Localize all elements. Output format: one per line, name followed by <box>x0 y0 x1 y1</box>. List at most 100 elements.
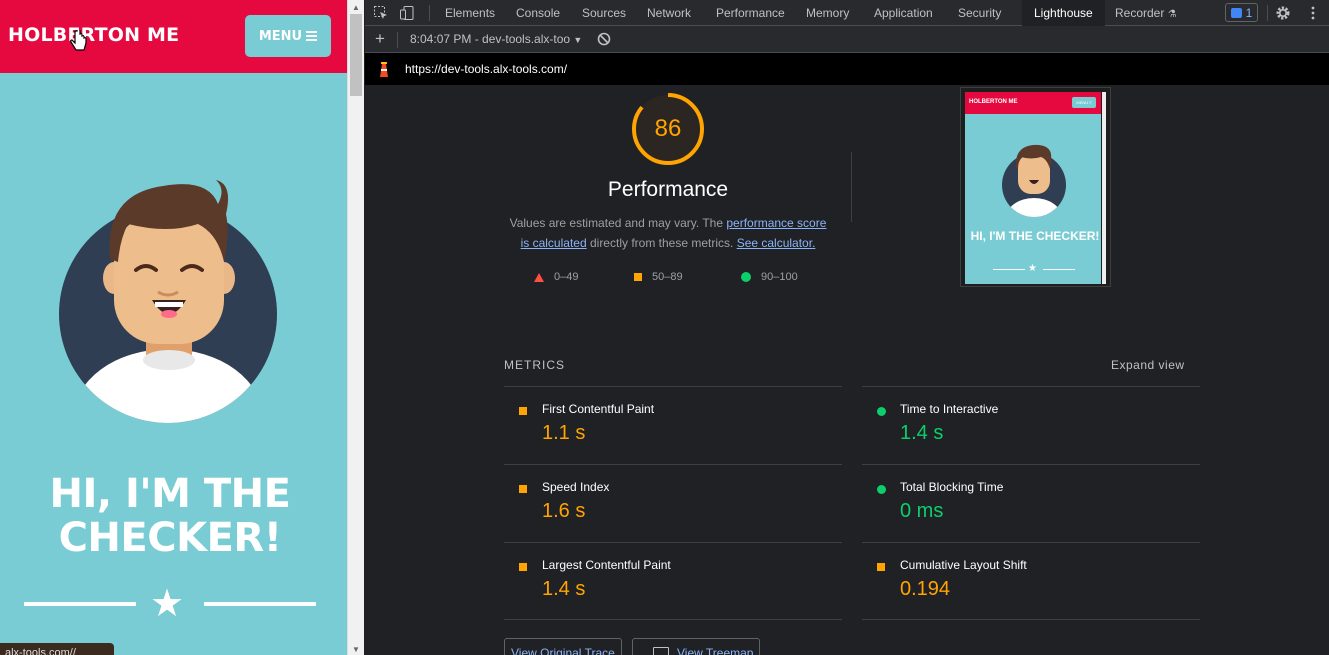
dropdown-arrow-icon: ▼ <box>573 35 583 45</box>
tab-console[interactable]: Console <box>516 0 560 26</box>
issues-count: 1 <box>1245 5 1253 20</box>
desc-text-middle: directly from these metrics. <box>586 236 737 250</box>
metrics-bottom-border <box>504 619 1200 620</box>
view-trace-label: View Original Trace <box>511 646 615 655</box>
pass-circle-icon <box>741 272 751 282</box>
device-toolbar-icon[interactable] <box>399 5 415 21</box>
thumbnail-menu: MENU ≡ <box>1072 97 1096 108</box>
hero-title: HI, I'M THE CHECKER! <box>49 471 291 561</box>
hand-pointer-icon <box>70 30 87 51</box>
menu-button[interactable]: MENU <box>245 15 331 57</box>
page-viewport: HOLBERTON ME MENU HI, I'M THE CHECKER! ★… <box>0 0 347 655</box>
treemap-icon <box>653 647 669 655</box>
lighthouse-logo-icon <box>380 62 388 77</box>
thumbnail-title: HI, I'M THE CHECKER! <box>970 229 1100 243</box>
thumbnail-logo: HOLBERTON ME <box>969 99 1018 105</box>
header-separator <box>851 152 852 222</box>
divider-left <box>24 602 136 606</box>
inspect-element-icon[interactable] <box>373 5 389 21</box>
tab-elements[interactable]: Elements <box>445 0 495 26</box>
toolbar-separator <box>397 32 398 48</box>
average-square-icon <box>634 273 642 281</box>
metric-name: Speed Index <box>542 480 610 494</box>
metric-value: 1.6 s <box>542 500 586 522</box>
message-icon <box>1230 7 1242 18</box>
tab-performance[interactable]: Performance <box>716 0 785 26</box>
report-selector-label: 8:04:07 PM - dev-tools.alx-too <box>410 32 571 46</box>
lighthouse-report: 86 Performance Values are estimated and … <box>365 85 1329 655</box>
thumbnail-header: HOLBERTON ME MENU ≡ <box>965 92 1101 114</box>
tab-recorder[interactable]: Recorder ⚗ <box>1115 0 1177 26</box>
page-scrollbar[interactable]: ▲ ▼ <box>347 0 364 655</box>
report-url[interactable]: https://dev-tools.alx-tools.com/ <box>405 62 567 76</box>
tab-network[interactable]: Network <box>647 0 691 26</box>
more-vertical-icon[interactable] <box>1305 5 1321 21</box>
legend-average: 50–89 <box>634 271 683 283</box>
metric-value: 1.4 s <box>542 578 586 600</box>
tabbar-separator <box>1267 5 1268 21</box>
legend-fail-range: 0–49 <box>554 271 579 283</box>
metric-tti: Time to Interactive 1.4 s <box>862 386 1200 464</box>
average-square-icon <box>519 485 527 493</box>
metric-name: First Contentful Paint <box>542 402 655 416</box>
clear-reports-icon[interactable] <box>597 32 611 46</box>
thumbnail-divider-left <box>993 269 1025 270</box>
metric-value: 0.194 <box>900 578 951 600</box>
metrics-heading: METRICS <box>504 358 565 372</box>
final-screenshot-thumbnail[interactable]: HOLBERTON ME MENU ≡ HI, I'M THE CHECKER!… <box>960 87 1111 287</box>
lighthouse-toolbar: + 8:04:07 PM - dev-tools.alx-too ▼ <box>365 26 1329 53</box>
tab-application[interactable]: Application <box>874 0 933 26</box>
category-title: Performance <box>607 178 729 201</box>
legend-pass-range: 90–100 <box>761 271 798 283</box>
thumbnail-divider-right <box>1043 269 1075 270</box>
thumbnail-page: HOLBERTON ME MENU ≡ HI, I'M THE CHECKER!… <box>965 92 1101 284</box>
tab-lighthouse[interactable]: Lighthouse <box>1022 0 1105 26</box>
legend-average-range: 50–89 <box>652 271 683 283</box>
legend-pass: 90–100 <box>741 271 798 283</box>
desc-text-prefix: Values are estimated and may vary. The <box>509 216 727 230</box>
metric-name: Cumulative Layout Shift <box>900 558 1027 572</box>
metric-name: Largest Contentful Paint <box>542 558 671 572</box>
metric-tbt: Total Blocking Time 0 ms <box>862 464 1200 542</box>
expand-view-toggle[interactable]: Expand view <box>1111 358 1185 372</box>
view-original-trace-button[interactable]: View Original Trace <box>504 638 622 655</box>
scroll-down-arrow-icon[interactable]: ▼ <box>352 645 360 654</box>
metric-value: 0 ms <box>900 500 944 522</box>
status-bar-url: alx-tools.com// <box>0 643 114 655</box>
menu-button-label: MENU <box>258 28 303 44</box>
tab-sources[interactable]: Sources <box>582 0 626 26</box>
tab-recorder-label: Recorder <box>1115 6 1165 20</box>
tab-memory[interactable]: Memory <box>806 0 849 26</box>
scroll-up-arrow-icon[interactable]: ▲ <box>352 3 360 12</box>
thumbnail-scrollbar <box>1102 92 1106 284</box>
divider-right <box>204 602 316 606</box>
site-logo[interactable]: HOLBERTON ME <box>8 24 179 46</box>
tabbar-separator <box>429 5 430 21</box>
metric-value: 1.4 s <box>900 422 944 444</box>
average-square-icon <box>877 563 885 571</box>
issues-badge[interactable]: 1 <box>1225 3 1258 22</box>
view-treemap-button[interactable]: View Treemap <box>632 638 761 655</box>
metric-cls: Cumulative Layout Shift 0.194 <box>862 542 1200 620</box>
metric-value: 1.1 s <box>542 422 586 444</box>
devtools-tabbar: Elements Console Sources Network Perform… <box>365 0 1329 26</box>
scrollbar-thumb[interactable] <box>350 14 362 96</box>
new-report-plus-icon[interactable]: + <box>375 29 385 49</box>
thumbnail-avatar <box>1002 144 1066 217</box>
star-icon: ★ <box>150 583 185 625</box>
screen: HOLBERTON ME MENU HI, I'M THE CHECKER! ★… <box>0 0 1329 655</box>
gear-icon[interactable] <box>1275 5 1291 21</box>
tab-security[interactable]: Security <box>958 0 1001 26</box>
report-url-bar: https://dev-tools.alx-tools.com/ <box>365 53 1329 85</box>
thumbnail-star-icon: ★ <box>1028 263 1037 274</box>
metric-name: Total Blocking Time <box>900 480 1004 494</box>
hamburger-icon <box>306 29 318 43</box>
see-calculator-link[interactable]: See calculator. <box>737 236 816 250</box>
pass-circle-icon <box>877 485 886 494</box>
legend-fail: 0–49 <box>534 271 578 283</box>
flask-icon: ⚗ <box>1167 9 1177 20</box>
metric-si: Speed Index 1.6 s <box>504 464 842 542</box>
pass-circle-icon <box>877 407 886 416</box>
view-treemap-label: View Treemap <box>677 646 754 655</box>
report-selector[interactable]: 8:04:07 PM - dev-tools.alx-too ▼ <box>410 32 582 46</box>
